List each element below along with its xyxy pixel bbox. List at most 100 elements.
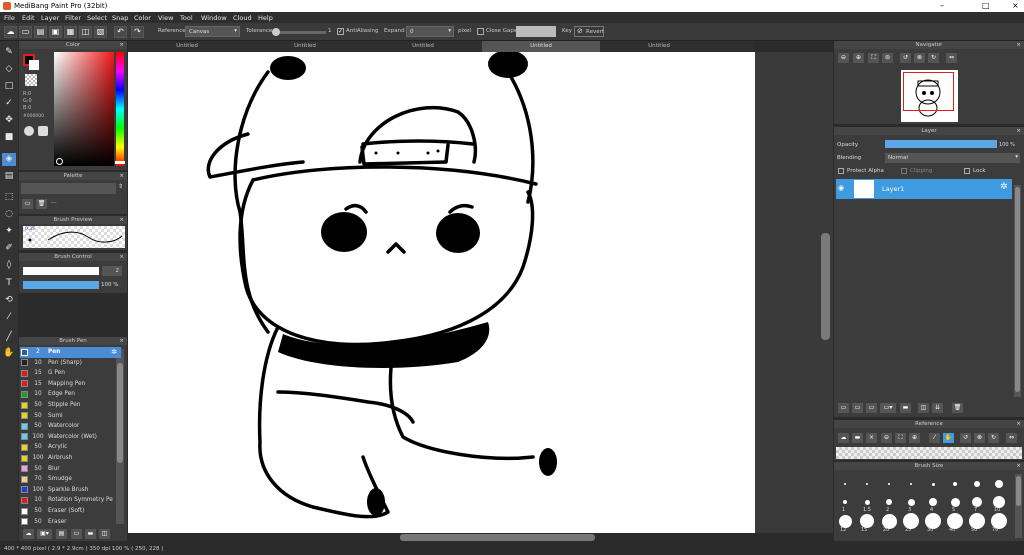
eye-icon[interactable]: ◉: [838, 184, 844, 192]
brush-size-preset-dot[interactable]: [931, 482, 935, 486]
fit-icon[interactable]: ⛶: [895, 433, 906, 443]
brush-item[interactable]: 10 Rotation Symmetry Pe: [20, 495, 121, 506]
blending-select[interactable]: Normal ▾: [885, 153, 1020, 163]
chevron-up-down-icon[interactable]: ⇕: [118, 183, 123, 190]
brush-item[interactable]: 70 Smudge: [20, 474, 121, 485]
brush-item[interactable]: 50 Sumi: [20, 411, 121, 422]
delete-palette-icon[interactable]: 🗑: [36, 199, 47, 209]
expand-select[interactable]: 0 ▾: [406, 26, 454, 37]
brush-size-preset-dot[interactable]: [886, 499, 892, 505]
reset-view-icon[interactable]: ⊗: [914, 53, 925, 63]
menu-edit[interactable]: Edit: [22, 14, 35, 22]
actual-size-icon[interactable]: ⊜: [882, 53, 893, 63]
crop-icon[interactable]: ▧: [94, 26, 107, 38]
layer-settings-gear-icon[interactable]: ✲: [1000, 182, 1008, 192]
zoom-in-icon[interactable]: ⊕: [909, 433, 920, 443]
duplicate-layer-icon[interactable]: ◫: [918, 403, 929, 413]
navigator-thumbnail[interactable]: [901, 70, 958, 122]
marquee-tool-icon[interactable]: ⬚: [2, 191, 16, 204]
drawing-canvas[interactable]: [128, 52, 755, 533]
eyedropper-icon[interactable]: ⁄: [2, 311, 16, 324]
revert-button[interactable]: ⊘ Revert: [574, 26, 604, 37]
color-picker-cursor[interactable]: [56, 158, 63, 165]
brush-item[interactable]: 100 Airbrush: [20, 453, 121, 464]
close-gaps-checkbox[interactable]: [477, 28, 484, 35]
zoom-out-icon[interactable]: ⊖: [838, 53, 849, 63]
brush-size-preset-dot[interactable]: [950, 497, 960, 507]
menu-help[interactable]: Help: [258, 14, 273, 22]
brush-size-preset-dot[interactable]: [903, 513, 919, 529]
brush-size-scroll-thumb[interactable]: [1016, 476, 1021, 506]
brush-item[interactable]: 10 Edge Pen: [20, 389, 121, 400]
new-file-icon[interactable]: ▭: [19, 26, 32, 38]
fit-icon[interactable]: ⛶: [868, 53, 879, 63]
transparent-color-swatch[interactable]: [25, 74, 37, 86]
brush-size-slider[interactable]: [23, 267, 99, 275]
close-icon[interactable]: ×: [119, 172, 124, 180]
palette-dropdown[interactable]: [21, 183, 116, 194]
brush-size-preset-dot[interactable]: [991, 513, 1007, 529]
brush-tool-icon[interactable]: ✎: [2, 46, 16, 59]
eraser-tool-icon[interactable]: ◇: [2, 63, 16, 76]
flip-icon[interactable]: ⇔: [1006, 433, 1017, 443]
saturation-value-picker[interactable]: [54, 52, 114, 166]
brush-size-preset-dot[interactable]: [993, 496, 1005, 508]
close-reference-icon[interactable]: ×: [866, 433, 877, 443]
close-icon[interactable]: ×: [1016, 420, 1021, 428]
close-gaps-value-field[interactable]: [516, 26, 556, 37]
menu-cloud[interactable]: Cloud: [233, 14, 252, 22]
tolerance-slider-track[interactable]: [274, 31, 326, 34]
magic-wand-icon[interactable]: ✦: [2, 225, 16, 238]
new-layer-icon[interactable]: ▭: [838, 403, 849, 413]
brush-item[interactable]: 50 Eraser (Soft): [20, 506, 121, 517]
shape-tool-icon[interactable]: ■: [2, 131, 16, 144]
brush-item[interactable]: 50 Stipple Pen: [20, 400, 121, 411]
brush-item[interactable]: 10 Pen (Sharp): [20, 358, 121, 369]
menu-snap[interactable]: Snap: [112, 14, 128, 22]
open-reference-icon[interactable]: ▬: [852, 433, 863, 443]
rotate-left-icon[interactable]: ↺: [900, 53, 911, 63]
hand-icon[interactable]: ✋: [943, 433, 954, 443]
hand-tool-icon[interactable]: ✋: [2, 347, 16, 360]
tolerance-slider-handle[interactable]: [272, 28, 280, 36]
zoom-out-icon[interactable]: ⊖: [881, 433, 892, 443]
grid-icon[interactable]: ▦: [64, 26, 77, 38]
close-icon[interactable]: ×: [1016, 127, 1021, 135]
tab-untitled-4[interactable]: Untitled: [482, 41, 600, 52]
dot-tool-icon[interactable]: □: [2, 80, 16, 93]
reference-select[interactable]: Canvas ▾: [185, 26, 240, 37]
close-icon[interactable]: ×: [119, 253, 124, 261]
add-brush-icon[interactable]: ▣▾: [37, 529, 52, 539]
brush-size-preset-dot[interactable]: [947, 513, 963, 529]
brush-size-value[interactable]: 2: [102, 266, 122, 276]
brush-size-preset-dot[interactable]: [843, 500, 847, 504]
delete-layer-icon[interactable]: 🗑: [952, 403, 963, 413]
folder-icon[interactable]: ▬: [85, 529, 96, 539]
brush-size-preset-dot[interactable]: [925, 513, 941, 529]
brush-size-preset-dot[interactable]: [969, 513, 985, 529]
close-button[interactable]: ×: [1012, 1, 1019, 10]
operation-tool-icon[interactable]: ⟲: [2, 294, 16, 307]
layers-icon[interactable]: ◫: [79, 26, 92, 38]
rotate-left-icon[interactable]: ↺: [960, 433, 971, 443]
layer-list-scrollbar[interactable]: [1014, 185, 1021, 397]
navigator-viewport-rect[interactable]: [903, 72, 954, 111]
color-wheel-mode-icon[interactable]: [24, 126, 34, 136]
gear-icon[interactable]: ✲: [111, 347, 117, 358]
merge-down-icon[interactable]: ⇊: [932, 403, 943, 413]
brush-item[interactable]: 15 Mapping Pen: [20, 379, 121, 390]
brush-size-preset-dot[interactable]: [866, 483, 868, 485]
tab-untitled-1[interactable]: Untitled: [128, 41, 246, 52]
menu-select[interactable]: Select: [87, 14, 107, 22]
layer-scroll-thumb[interactable]: [1015, 187, 1020, 392]
color-slider-mode-icon[interactable]: [38, 126, 48, 136]
brush-size-preset-dot[interactable]: [972, 497, 982, 507]
layer-row[interactable]: ◉ Layer1 ✲: [836, 179, 1012, 199]
brush-item[interactable]: 50 Blur: [20, 464, 121, 475]
tab-untitled-3[interactable]: Untitled: [364, 41, 482, 52]
select-tool-icon[interactable]: ✓: [2, 97, 16, 110]
undo-icon[interactable]: ↶: [114, 26, 127, 38]
lasso-tool-icon[interactable]: ◌: [2, 208, 16, 221]
brush-item[interactable]: 50 Eraser: [20, 517, 121, 528]
gradient-tool-icon[interactable]: ▤: [2, 170, 16, 183]
